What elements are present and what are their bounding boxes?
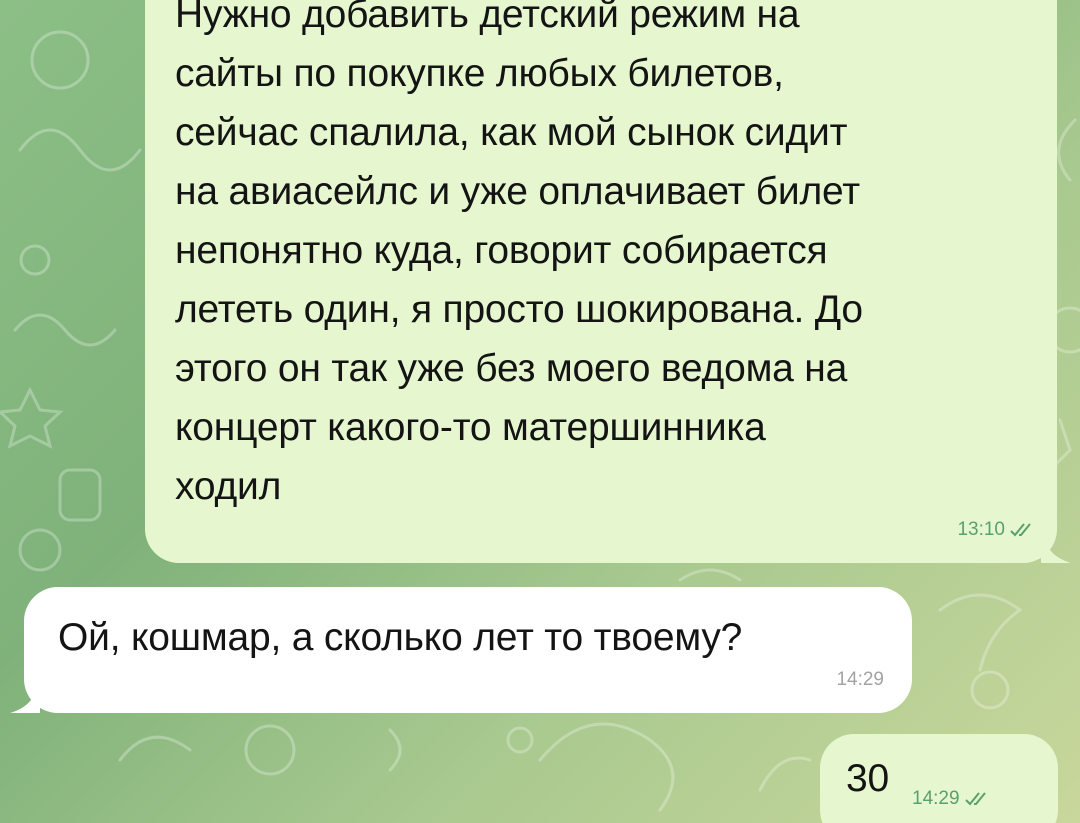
outgoing-message-bubble[interactable]: 30 14:29 — [820, 734, 1058, 823]
double-check-icon — [964, 792, 986, 806]
message-text: Ой, кошмар, а сколько лет то твоему? — [58, 616, 743, 659]
incoming-message-bubble[interactable]: Ой, кошмар, а сколько лет то твоему? 14:… — [10, 587, 912, 713]
bubble-tail — [10, 683, 40, 713]
message-time: 14:29 — [912, 788, 960, 809]
message-text: Нужно добавить детский режим на сайты по… — [175, 0, 863, 508]
message-meta: 14:29 — [912, 788, 992, 810]
message-time: 13:10 — [957, 519, 1005, 540]
message-meta: 13:10 — [957, 519, 1037, 541]
message-meta: 14:29 — [836, 669, 884, 691]
message-time: 14:29 — [836, 669, 884, 690]
message-text: 30 — [846, 757, 889, 800]
bubble-tail — [1041, 533, 1071, 563]
double-check-icon — [1010, 523, 1031, 537]
outgoing-message-bubble[interactable]: Нужно добавить детский режим на сайты по… — [145, 0, 1071, 563]
